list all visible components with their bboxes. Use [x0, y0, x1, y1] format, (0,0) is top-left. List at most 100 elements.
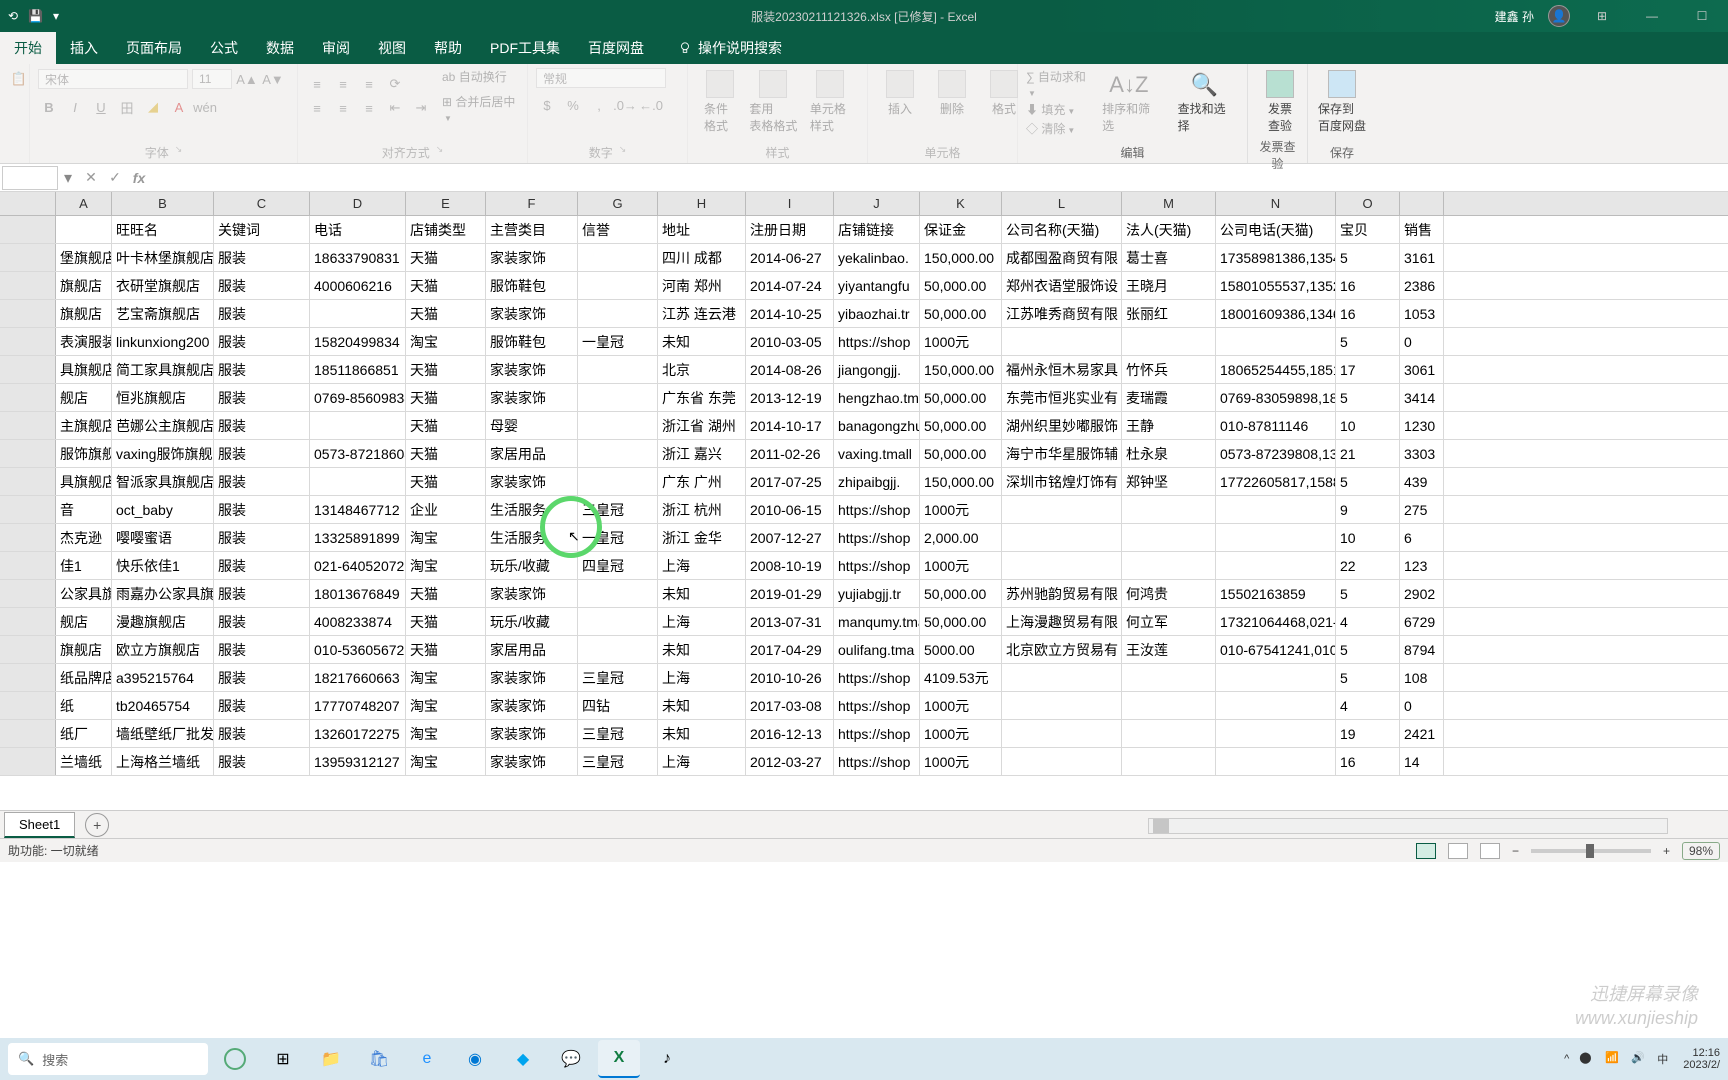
cell[interactable]: 具旗舰店 — [56, 356, 112, 383]
cell[interactable]: 17770748207 — [310, 692, 406, 719]
cell[interactable]: 家装家饰 — [486, 468, 578, 495]
cell[interactable]: 2017-04-29 — [746, 636, 834, 663]
tab-baidu[interactable]: 百度网盘 — [574, 32, 658, 64]
cell[interactable]: 服饰旗舰 — [56, 440, 112, 467]
cell[interactable]: 兰墙纸 — [56, 748, 112, 775]
cell[interactable]: 纸厂 — [56, 720, 112, 747]
app-icon[interactable]: ◆ — [502, 1040, 544, 1078]
cell[interactable]: 服装 — [214, 608, 310, 635]
cell[interactable]: 2010-06-15 — [746, 496, 834, 523]
cell[interactable]: 1000元 — [920, 552, 1002, 579]
clock-time[interactable]: 12:16 — [1683, 1047, 1720, 1059]
cell[interactable]: 嘤嘤蜜语 — [112, 524, 214, 551]
cell[interactable]: 439 — [1400, 468, 1444, 495]
clear-button[interactable]: ◇ 清除▼ — [1026, 120, 1088, 137]
sort-filter-button[interactable]: A↓Z排序和筛选 — [1094, 70, 1163, 136]
tab-formula[interactable]: 公式 — [196, 32, 252, 64]
cell[interactable] — [578, 468, 658, 495]
cell[interactable]: 2902 — [1400, 580, 1444, 607]
cell[interactable]: 企业 — [406, 496, 486, 523]
cell[interactable]: 艺宝斋旗舰店 — [112, 300, 214, 327]
ie-icon[interactable]: e — [406, 1040, 448, 1078]
cell[interactable]: oulifang.tma — [834, 636, 920, 663]
cell[interactable]: 服装 — [214, 636, 310, 663]
cell[interactable]: 3414 — [1400, 384, 1444, 411]
header-cell[interactable]: 注册日期 — [746, 216, 834, 243]
wrap-text-button[interactable]: ab 自动换行 — [442, 68, 519, 85]
cortana-icon[interactable] — [214, 1040, 256, 1078]
cell[interactable]: 未知 — [658, 636, 746, 663]
cell[interactable]: 江苏 连云港 — [658, 300, 746, 327]
tray-icon[interactable]: ⬤ — [1579, 1051, 1595, 1067]
cell[interactable]: 苏州驰韵贸易有限 — [1002, 580, 1122, 607]
cell[interactable]: 王汝莲 — [1122, 636, 1216, 663]
tiktok-icon[interactable]: ♪ — [646, 1040, 688, 1078]
cell[interactable]: 生活服务 — [486, 496, 578, 523]
cell[interactable] — [1216, 720, 1336, 747]
cell[interactable]: 1000元 — [920, 748, 1002, 775]
cell[interactable]: 4 — [1336, 692, 1400, 719]
cell[interactable]: 浙江 杭州 — [658, 496, 746, 523]
cell[interactable]: 淘宝 — [406, 328, 486, 355]
cell[interactable]: 8794 — [1400, 636, 1444, 663]
tray-up-icon[interactable]: ^ — [1564, 1053, 1569, 1065]
cell[interactable]: 021-64052072 — [310, 552, 406, 579]
cell[interactable]: 服装 — [214, 524, 310, 551]
cell[interactable]: 音 — [56, 496, 112, 523]
cell[interactable] — [1216, 328, 1336, 355]
add-sheet-button[interactable]: + — [85, 813, 109, 837]
cell[interactable]: 10 — [1336, 412, 1400, 439]
cell[interactable]: 150,000.00 — [920, 356, 1002, 383]
cell[interactable]: 123 — [1400, 552, 1444, 579]
indent-inc-icon[interactable]: ⇥ — [410, 97, 432, 119]
cell[interactable]: 2011-02-26 — [746, 440, 834, 467]
cell[interactable]: 150,000.00 — [920, 244, 1002, 271]
cell[interactable]: 快乐依佳1 — [112, 552, 214, 579]
cell[interactable]: 50,000.00 — [920, 412, 1002, 439]
cell[interactable]: 9 — [1336, 496, 1400, 523]
number-format-select[interactable] — [536, 68, 666, 88]
cell[interactable]: 5 — [1336, 384, 1400, 411]
cell[interactable]: 郑州衣语堂服饰设 — [1002, 272, 1122, 299]
cell[interactable]: 天猫 — [406, 384, 486, 411]
cell[interactable] — [310, 412, 406, 439]
cell[interactable]: 家装家饰 — [486, 664, 578, 691]
font-color-button[interactable]: A — [168, 96, 190, 118]
cell[interactable]: 0573-87218608 — [310, 440, 406, 467]
cell[interactable]: 淘宝 — [406, 692, 486, 719]
bold-button[interactable]: B — [38, 96, 60, 118]
cell[interactable]: 北京欧立方贸易有 — [1002, 636, 1122, 663]
cell[interactable]: jiangongjj. — [834, 356, 920, 383]
font-size-input[interactable] — [192, 69, 232, 89]
col-header[interactable]: I — [746, 192, 834, 215]
cell[interactable]: 50,000.00 — [920, 384, 1002, 411]
cell[interactable]: 服装 — [214, 748, 310, 775]
cell[interactable]: 东莞市恒兆实业有 — [1002, 384, 1122, 411]
cell[interactable]: 2014-06-27 — [746, 244, 834, 271]
cell[interactable]: 50,000.00 — [920, 272, 1002, 299]
cell[interactable]: 2421 — [1400, 720, 1444, 747]
col-header[interactable]: H — [658, 192, 746, 215]
cell[interactable]: 2014-10-25 — [746, 300, 834, 327]
cell[interactable] — [578, 384, 658, 411]
cell[interactable]: 家装家饰 — [486, 580, 578, 607]
save-icon[interactable]: 💾 — [28, 9, 43, 23]
cell[interactable]: 天猫 — [406, 440, 486, 467]
cell[interactable]: banagongzhu. — [834, 412, 920, 439]
cell[interactable]: 13325891899 — [310, 524, 406, 551]
cell[interactable] — [578, 440, 658, 467]
cell[interactable]: 上海漫趣贸易有限 — [1002, 608, 1122, 635]
format-cells-button[interactable]: 格式 — [980, 68, 1028, 119]
cell[interactable]: 天猫 — [406, 272, 486, 299]
cell[interactable]: 0769-85609838 — [310, 384, 406, 411]
cell[interactable]: 2008-10-19 — [746, 552, 834, 579]
cell[interactable] — [1002, 720, 1122, 747]
cell[interactable]: 家装家饰 — [486, 692, 578, 719]
cell[interactable] — [1122, 552, 1216, 579]
tab-help[interactable]: 帮助 — [420, 32, 476, 64]
tab-home[interactable]: 开始 — [0, 32, 56, 64]
header-cell[interactable]: 法人(天猫) — [1122, 216, 1216, 243]
align-middle-icon[interactable]: ≡ — [332, 73, 354, 95]
cell[interactable]: 欧立方旗舰店 — [112, 636, 214, 663]
cell[interactable]: 四皇冠 — [578, 552, 658, 579]
